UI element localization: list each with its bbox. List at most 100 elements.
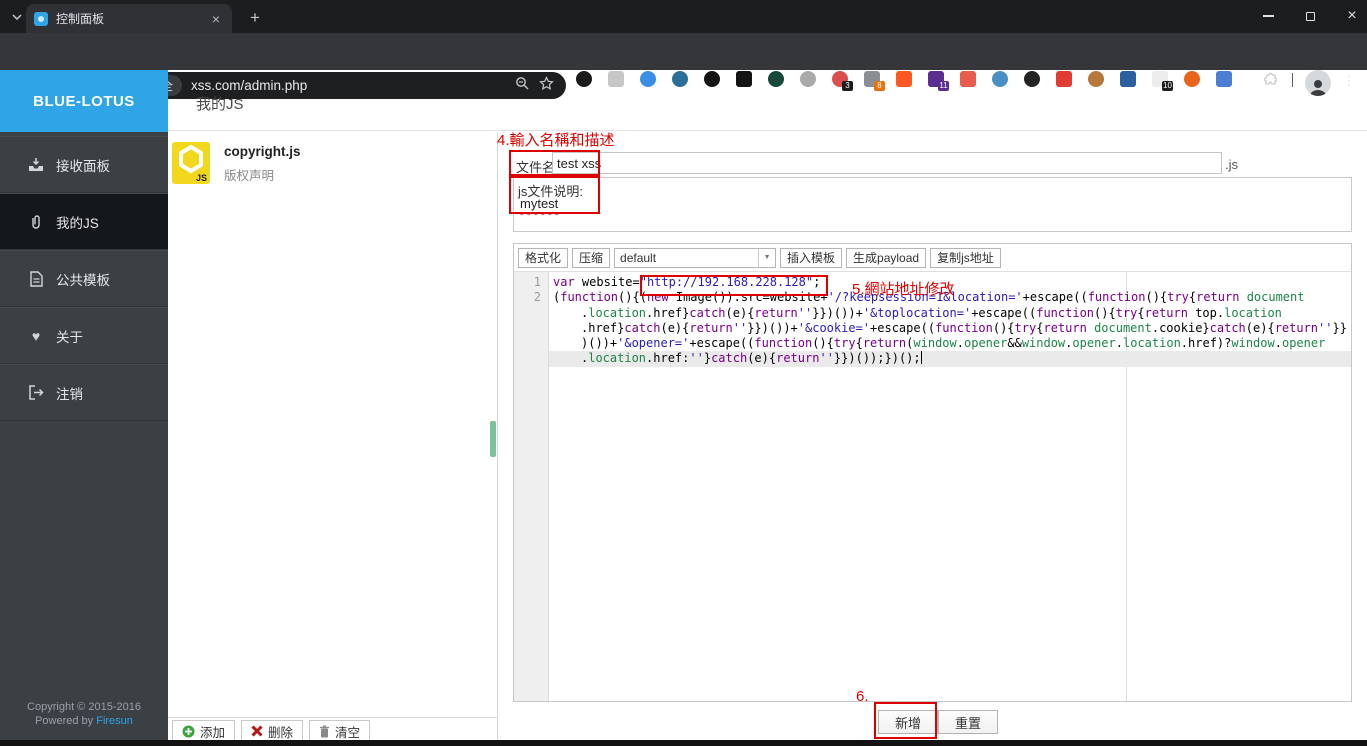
add-button[interactable]: 添加: [172, 720, 236, 742]
format-button[interactable]: 格式化: [518, 247, 569, 268]
template-select-value: default: [620, 250, 657, 265]
sidebar-item-label: 关于: [56, 329, 83, 345]
template-select[interactable]: default ▼: [614, 247, 777, 268]
sidebar-item-label: 我的JS: [56, 215, 99, 231]
list-scrollbar-thumb[interactable]: [490, 421, 496, 457]
purple-home-extension-icon-badge: 11: [938, 81, 949, 91]
tab-search-chevron-icon[interactable]: [8, 8, 26, 26]
copyright-text: Copyright © 2015-2016: [27, 701, 141, 713]
panel-divider: [497, 132, 498, 740]
description-textarea[interactable]: [513, 177, 1352, 232]
sidebar-item-my-js[interactable]: 我的JS: [0, 193, 168, 250]
code-area[interactable]: 1 var website="http://192.168.228.128"; 2(…: [514, 272, 1351, 701]
bookmark-star-icon[interactable]: [539, 75, 554, 96]
browser-tab[interactable]: 控制面板 ×: [26, 4, 232, 33]
blue-swoosh-extension-icon[interactable]: [672, 71, 688, 87]
text-cursor: [920, 351, 922, 365]
code-editor: 格式化 压缩 default ▼ 插入模板 生成payload 复制js地址 1…: [513, 243, 1352, 702]
plus-circle-icon: [182, 725, 195, 737]
document-icon: [28, 270, 44, 287]
profile-avatar[interactable]: [1305, 70, 1331, 96]
blue-chart-extension-icon[interactable]: [1120, 71, 1136, 87]
js-file-list-item[interactable]: JS copyright.js 版权声明: [172, 142, 492, 196]
powered-by-text: Powered by Firesun: [35, 715, 133, 727]
js-file-icon: JS: [172, 142, 210, 184]
sidebar-item-about[interactable]: ♥ 关于: [0, 307, 168, 364]
taskbar-edge: [0, 740, 1367, 746]
new-tab-button[interactable]: +: [244, 7, 266, 29]
editor-toolbar: 格式化 压缩 default ▼ 插入模板 生成payload 复制js地址: [514, 244, 1351, 272]
zap-extension-icon[interactable]: [896, 71, 912, 87]
heart-icon: ♥: [31, 327, 41, 344]
toolbar-divider: [1292, 73, 1293, 87]
blue-pin-extension-icon[interactable]: [640, 71, 656, 87]
tab-favicon: [34, 11, 48, 26]
red-x-icon: [251, 725, 263, 737]
firesun-link[interactable]: Firesun: [96, 715, 133, 727]
sidebar-item-label: 公共模板: [56, 272, 110, 288]
tab-title: 控制面板: [56, 12, 105, 26]
js-file-description: 版权声明: [224, 169, 275, 183]
extensions-puzzle-icon[interactable]: [1260, 71, 1278, 93]
gray-panel-extension-icon[interactable]: [608, 71, 624, 87]
black-hat-extension-icon[interactable]: [704, 71, 720, 87]
h-block-extension-icon[interactable]: [736, 71, 752, 87]
fox-extension-icon[interactable]: [1184, 71, 1200, 87]
blue-lens-extension-icon[interactable]: [992, 71, 1008, 87]
teal-blue-extension-icon[interactable]: [1216, 71, 1232, 87]
purple-home-extension-icon[interactable]: 11: [928, 71, 949, 91]
cookie-extension-icon[interactable]: [1088, 71, 1104, 87]
extension-icons-row: 3 8 11 10: [576, 71, 1232, 91]
code-line[interactable]: )())+'&opener='+escape((function(){try{r…: [514, 336, 1351, 351]
flag-extension-icon[interactable]: 10: [1152, 71, 1173, 91]
url-text[interactable]: xss.com/admin.php: [191, 78, 515, 93]
red-dice-extension-icon[interactable]: [1056, 71, 1072, 87]
submit-button[interactable]: 新增: [878, 710, 939, 734]
insert-template-button[interactable]: 插入模板: [780, 247, 843, 268]
gray-ring-extension-icon[interactable]: [800, 71, 816, 87]
clipboard-extension-icon-badge: 8: [874, 81, 885, 91]
annotation-step-5: 5.網站地址修改: [852, 281, 955, 298]
sidebar-item-public-templates[interactable]: 公共模板: [0, 250, 168, 307]
page-zoom-icon[interactable]: [515, 76, 529, 95]
annotation-step-6: 6.: [856, 688, 869, 705]
code-line[interactable]: .href}catch(e){return''}})())+'&cookie='…: [514, 321, 1351, 336]
generate-payload-button[interactable]: 生成payload: [846, 247, 927, 268]
green-ring-extension-icon[interactable]: [768, 71, 784, 87]
paperclip-icon: [28, 214, 44, 230]
logout-icon: [28, 385, 44, 401]
filename-input[interactable]: [552, 152, 1222, 174]
list-footer-divider: [168, 717, 497, 718]
copy-js-url-button[interactable]: 复制js地址: [930, 247, 1001, 268]
address-bar[interactable]: 不安全 xss.com/admin.php: [104, 72, 566, 99]
line-number: 2: [533, 290, 541, 305]
flag-extension-icon-badge: 10: [1162, 81, 1173, 91]
red-dots-extension-icon[interactable]: 3: [832, 71, 853, 91]
line-number: [514, 336, 549, 351]
browser-menu-icon[interactable]: ⋮: [1341, 73, 1357, 91]
delete-button[interactable]: 删除: [241, 720, 304, 742]
clipboard-extension-icon[interactable]: 8: [864, 71, 885, 91]
code-line[interactable]: .location.href:''}catch(e){return''}})()…: [514, 351, 1351, 367]
compress-button[interactable]: 压缩: [572, 247, 611, 268]
sidebar-item-logout[interactable]: 注销: [0, 364, 168, 421]
trash-icon: [320, 725, 330, 737]
header-divider: [168, 130, 1367, 131]
window-close-button[interactable]: ×: [1332, 0, 1367, 32]
line-number: 1: [533, 275, 541, 289]
red-dots-extension-icon-badge: 3: [842, 81, 853, 91]
clear-button[interactable]: 清空: [309, 720, 371, 742]
tab-close-icon[interactable]: ×: [208, 11, 224, 27]
chevron-down-icon: ▼: [758, 248, 775, 267]
description-value[interactable]: mytest: [520, 196, 558, 211]
code-line[interactable]: .location.href}catch(e){return''}})())+'…: [514, 306, 1351, 321]
mask-extension-icon[interactable]: [1024, 71, 1040, 87]
red-tool-extension-icon[interactable]: [960, 71, 976, 87]
sidebar-item-receive-panel[interactable]: 接收面板: [0, 136, 168, 193]
inbox-icon: [28, 157, 44, 173]
reset-button[interactable]: 重置: [938, 710, 999, 734]
window-minimize-button[interactable]: [1248, 0, 1288, 32]
flask-extension-icon[interactable]: [576, 71, 592, 87]
window-restore-button[interactable]: [1290, 0, 1330, 32]
line-number: [514, 321, 549, 336]
